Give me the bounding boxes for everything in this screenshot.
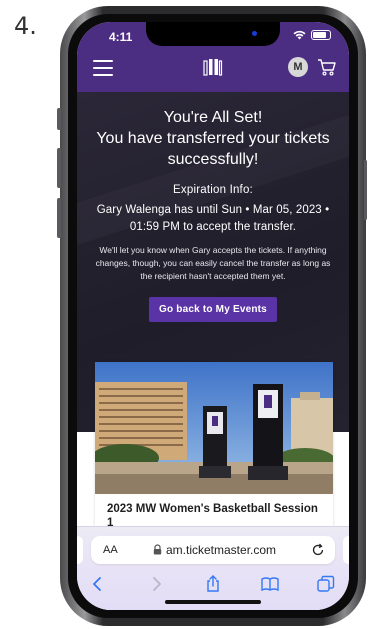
info-text: We'll let you know when Gary accepts the… — [95, 245, 331, 281]
status-icons — [293, 30, 331, 40]
phone-screen: 4:11 M You're All Set! You have transfer… — [77, 22, 349, 610]
back-to-events-button[interactable]: Go back to My Events — [149, 297, 277, 322]
volume-up-button — [57, 148, 61, 188]
url-text: am.ticketmaster.com — [166, 543, 277, 557]
forward-icon[interactable] — [147, 575, 165, 593]
ticketmaster-logo-icon[interactable] — [201, 56, 223, 78]
menu-icon[interactable] — [93, 60, 113, 76]
bookmarks-icon[interactable] — [261, 575, 279, 593]
cart-icon[interactable] — [317, 57, 337, 77]
avatar[interactable]: M — [288, 57, 308, 77]
event-title: 2023 MW Women's Basketball Session 1 — [107, 503, 318, 529]
step-number: 4. — [14, 12, 37, 40]
mute-switch — [57, 108, 61, 130]
reload-icon[interactable] — [311, 543, 325, 557]
safari-nav-bar — [77, 575, 349, 595]
text-size-button[interactable]: AA — [103, 544, 118, 556]
wifi-icon — [293, 30, 306, 40]
page-title: You're All Set! — [163, 109, 263, 126]
home-indicator[interactable] — [165, 600, 261, 604]
status-time: 4:11 — [109, 30, 133, 44]
app-header: 4:11 M — [77, 22, 349, 92]
battery-icon — [311, 30, 331, 40]
browser-toolbar: AA am.ticketmaster.com — [77, 526, 349, 610]
next-tab-peek[interactable] — [343, 536, 349, 564]
power-button — [364, 160, 367, 220]
previous-tab-peek[interactable] — [77, 536, 83, 564]
notch — [146, 22, 280, 46]
share-icon[interactable] — [204, 575, 222, 593]
tabs-icon[interactable] — [317, 575, 335, 593]
address-bar[interactable]: AA am.ticketmaster.com — [91, 536, 335, 564]
event-image — [95, 362, 333, 494]
back-icon[interactable] — [89, 575, 107, 593]
camera-dot — [252, 31, 257, 36]
volume-down-button — [57, 198, 61, 238]
lock-icon — [153, 544, 162, 555]
